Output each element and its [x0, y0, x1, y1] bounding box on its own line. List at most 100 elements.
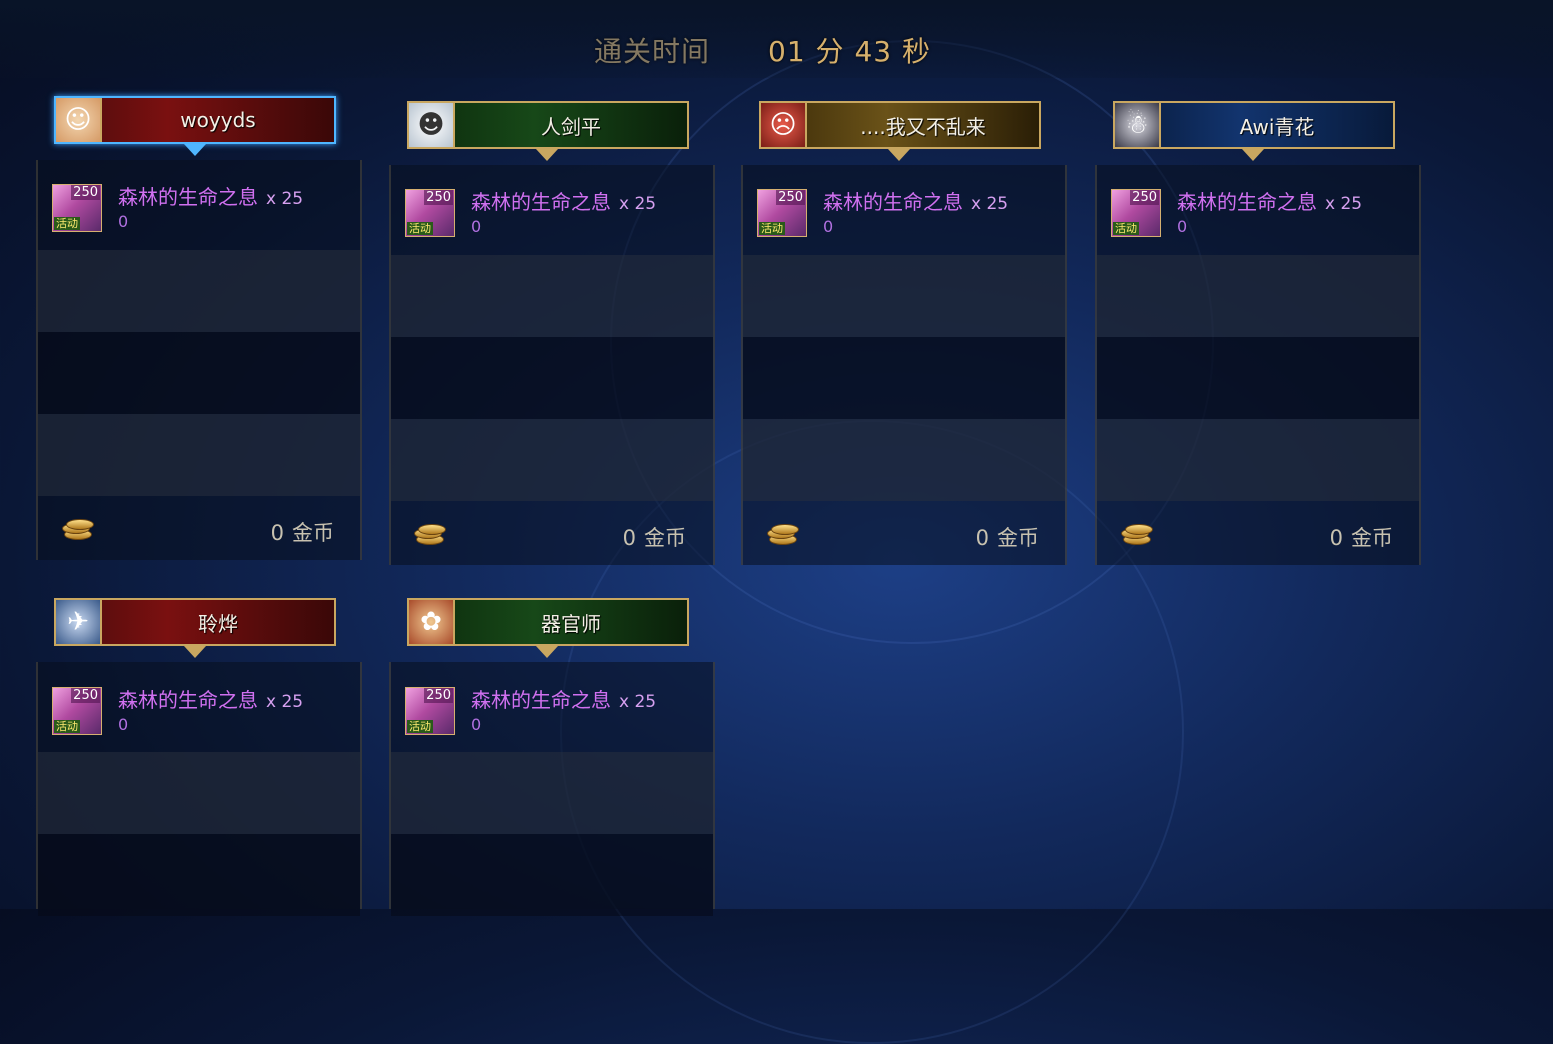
- reward-item-row[interactable]: 250 活动 森林的生命之息 x 25 0: [52, 184, 303, 232]
- player-name: 聆烨: [198, 611, 238, 636]
- item-slot: [743, 255, 1065, 337]
- item-quantity: 0: [471, 217, 482, 236]
- player-name: woyyds: [180, 108, 256, 132]
- item-name: 森林的生命之息: [471, 688, 611, 712]
- player-avatar: ☻: [409, 103, 455, 147]
- event-tag: 活动: [407, 222, 433, 235]
- player-name: ....我又不乱来: [860, 114, 986, 139]
- gold-amount: 0: [622, 526, 636, 550]
- name-bar-pointer: [536, 149, 558, 161]
- item-multiplier: x 25: [266, 692, 304, 712]
- item-text: 森林的生命之息 x 25 0: [823, 189, 1008, 237]
- item-slot: [38, 834, 360, 916]
- reward-item-row[interactable]: 250 活动 森林的生命之息 x 25 0: [1111, 189, 1362, 237]
- player-name-bar[interactable]: ✿ 器官师: [407, 598, 689, 646]
- forest-life-breath-icon[interactable]: 250 活动: [405, 189, 455, 237]
- item-text: 森林的生命之息 x 25 0: [471, 189, 656, 237]
- item-badge-number: 250: [424, 190, 453, 205]
- item-text: 森林的生命之息 x 25 0: [471, 687, 656, 735]
- event-tag: 活动: [1113, 222, 1139, 235]
- event-tag: 活动: [54, 217, 80, 230]
- clear-time-value: 01 分 43 秒: [768, 35, 931, 68]
- player-name-bar[interactable]: ☃ Awi青花: [1113, 101, 1395, 149]
- item-multiplier: x 25: [266, 189, 304, 209]
- item-name: 森林的生命之息: [471, 190, 611, 214]
- name-bar-pointer: [184, 646, 206, 658]
- item-badge-number: 250: [1130, 190, 1159, 205]
- gold-coin-icon: [62, 519, 94, 541]
- item-slot: [1097, 337, 1419, 419]
- player-name-bar[interactable]: ☹ ....我又不乱来: [759, 101, 1041, 149]
- gold-row: 0 金币: [1121, 520, 1393, 560]
- clear-time-display: 通关时间 01 分 43 秒: [594, 30, 931, 70]
- forest-life-breath-icon[interactable]: 250 活动: [52, 687, 102, 735]
- reward-item-row[interactable]: 250 活动 森林的生命之息 x 25 0: [52, 687, 303, 735]
- gold-row: 0 金币: [62, 515, 334, 555]
- event-tag: 活动: [407, 720, 433, 733]
- item-name: 森林的生命之息: [118, 688, 258, 712]
- item-quantity: 0: [1177, 217, 1188, 236]
- item-slot: [743, 337, 1065, 419]
- item-multiplier: x 25: [971, 194, 1009, 214]
- player-name-bar[interactable]: ☺ woyyds: [54, 96, 336, 144]
- item-slot: [38, 250, 360, 332]
- event-tag: 活动: [54, 720, 80, 733]
- item-quantity: 0: [471, 715, 482, 734]
- player-name: Awi青花: [1239, 114, 1315, 139]
- item-quantity: 0: [118, 212, 129, 231]
- player-name-bar[interactable]: ✈ 聆烨: [54, 598, 336, 646]
- item-slot: [38, 414, 360, 496]
- item-text: 森林的生命之息 x 25 0: [118, 184, 303, 232]
- reward-item-row[interactable]: 250 活动 森林的生命之息 x 25 0: [757, 189, 1008, 237]
- gold-unit: 金币: [997, 526, 1039, 550]
- event-tag: 活动: [759, 222, 785, 235]
- item-slot: [391, 337, 713, 419]
- item-slot: [1097, 419, 1419, 501]
- name-bar-pointer: [888, 149, 910, 161]
- item-name: 森林的生命之息: [118, 185, 258, 209]
- gold-coin-icon: [414, 524, 446, 546]
- player-avatar: ☹: [761, 103, 807, 147]
- item-text: 森林的生命之息 x 25 0: [118, 687, 303, 735]
- item-slot: [38, 752, 360, 834]
- item-badge-number: 250: [776, 190, 805, 205]
- forest-life-breath-icon[interactable]: 250 活动: [757, 189, 807, 237]
- item-multiplier: x 25: [619, 194, 657, 214]
- item-name: 森林的生命之息: [1177, 190, 1317, 214]
- gold-amount: 0: [270, 521, 284, 545]
- reward-item-row[interactable]: 250 活动 森林的生命之息 x 25 0: [405, 687, 656, 735]
- item-slot: [391, 752, 713, 834]
- gold-amount: 0: [1329, 526, 1343, 550]
- player-avatar: ✈: [56, 600, 102, 644]
- item-slot: [38, 332, 360, 414]
- item-text: 森林的生命之息 x 25 0: [1177, 189, 1362, 237]
- gold-row: 0 金币: [414, 520, 686, 560]
- item-multiplier: x 25: [619, 692, 657, 712]
- item-quantity: 0: [118, 715, 129, 734]
- item-slot: [391, 255, 713, 337]
- item-slot: [391, 834, 713, 916]
- gold-unit: 金币: [644, 526, 686, 550]
- item-slot: [743, 419, 1065, 501]
- forest-life-breath-icon[interactable]: 250 活动: [405, 687, 455, 735]
- item-badge-number: 250: [71, 688, 100, 703]
- gold-row: 0 金币: [767, 520, 1039, 560]
- gold-coin-icon: [1121, 524, 1153, 546]
- item-slot: [1097, 255, 1419, 337]
- forest-life-breath-icon[interactable]: 250 活动: [52, 184, 102, 232]
- player-avatar: ✿: [409, 600, 455, 644]
- clear-time-label: 通关时间: [594, 35, 711, 68]
- player-name-bar[interactable]: ☻ 人剑平: [407, 101, 689, 149]
- gold-coin-icon: [767, 524, 799, 546]
- player-name: 人剑平: [541, 114, 601, 139]
- player-avatar: ☺: [56, 98, 102, 142]
- player-avatar: ☃: [1115, 103, 1161, 147]
- item-badge-number: 250: [71, 185, 100, 200]
- name-bar-pointer: [184, 144, 206, 156]
- gold-unit: 金币: [292, 521, 334, 545]
- forest-life-breath-icon[interactable]: 250 活动: [1111, 189, 1161, 237]
- gold-amount: 0: [975, 526, 989, 550]
- reward-item-row[interactable]: 250 活动 森林的生命之息 x 25 0: [405, 189, 656, 237]
- gold-unit: 金币: [1351, 526, 1393, 550]
- item-badge-number: 250: [424, 688, 453, 703]
